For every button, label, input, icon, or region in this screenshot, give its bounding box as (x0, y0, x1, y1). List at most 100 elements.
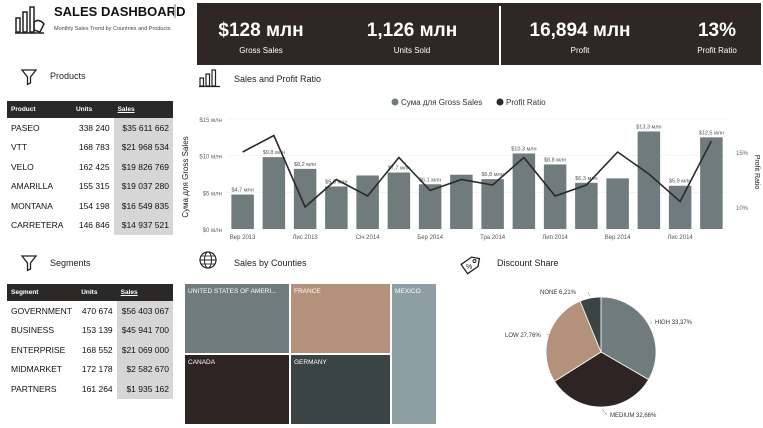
cell-sales: $19 826 769 (113, 157, 173, 177)
x-tick-label: Вер 2013 (230, 235, 256, 241)
table-row[interactable]: PASEO 338 240 $35 611 662 (7, 118, 173, 138)
column-header-segment[interactable]: Segment (7, 284, 78, 301)
sales-chart-logo-icon (15, 6, 45, 34)
x-tick-label: Тра 2014 (480, 235, 506, 241)
y-tick-label: $0 млн (203, 228, 222, 234)
bar-data-label: $5,9 млн (669, 179, 691, 185)
pie-slice-label: LOW 27,76% (505, 333, 541, 339)
treemap-cell-label: CANADA (188, 359, 216, 366)
legend-marker-profit-ratio (496, 98, 504, 106)
bar[interactable] (356, 175, 379, 229)
table-row[interactable]: MONTANA 154 198 $16 549 835 (7, 196, 173, 216)
table-row[interactable]: BUSINESS 153 139 $45 941 700 (7, 320, 173, 340)
cell-sales: $19 037 280 (113, 176, 173, 196)
table-row[interactable]: GOVERNMENT 470 674 $56 403 067 (7, 301, 173, 321)
cell-units: 338 240 (78, 122, 110, 133)
percent-glyph: % (466, 264, 472, 271)
column-header-units[interactable]: Units (77, 284, 117, 301)
cell-product: VELO (11, 161, 34, 172)
segments-label: Segments (50, 258, 91, 268)
y2-tick-label: 10% (736, 206, 749, 212)
table-row[interactable]: PARTNERS 161 264 $1 935 162 (7, 379, 173, 399)
table-row[interactable]: VELO 162 425 $19 826 769 (7, 157, 173, 177)
bar[interactable] (325, 186, 348, 229)
x-tick-label: Бер 2014 (417, 235, 443, 241)
bar[interactable] (387, 172, 411, 229)
bar-data-label: $10,3 млн (511, 146, 536, 152)
bar[interactable] (231, 194, 254, 229)
legend-label-gross-sales: Сума для Gross Sales (401, 98, 482, 107)
y2-axis-title: Profit Ratio (753, 155, 760, 190)
page-title: SALES DASHBOARD (54, 4, 186, 19)
table-row[interactable]: ENTERPRISE 168 552 $21 069 000 (7, 340, 173, 360)
bar[interactable] (293, 168, 317, 229)
sales-by-counties-treemap: UNITED STATES OF AMERI... FRANCE MEXICO … (184, 283, 437, 425)
sales-chart-title: Sales and Profit Ratio (234, 74, 322, 84)
cell-units: 162 425 (78, 161, 110, 172)
bar-data-label: $4,7 млн (231, 188, 253, 194)
kpi-value: $128 млн (218, 20, 304, 41)
x-tick-label: Лип 2014 (542, 235, 568, 241)
kpi-label: Gross Sales (239, 46, 283, 55)
cell-segment: ENTERPRISE (11, 344, 66, 355)
cell-product: AMARILLA (11, 181, 54, 192)
cell-product: VTT (11, 142, 28, 153)
chart-legend[interactable]: Сума для Gross Sales Profit Ratio (391, 98, 547, 107)
kpi-value: 16,894 млн (529, 20, 631, 41)
cell-segment: GOVERNMENT (11, 305, 72, 316)
treemap-title: Sales by Counties (234, 258, 307, 268)
column-header-sales[interactable]: Sales (113, 101, 173, 118)
x-tick-label: Лис 2013 (292, 235, 318, 241)
y-tick-label: $10 млн (199, 155, 222, 161)
bar[interactable] (575, 182, 598, 229)
cell-units: 154 198 (78, 200, 110, 211)
treemap-cell-usa[interactable]: UNITED STATES OF AMERI... (184, 283, 290, 354)
table-row[interactable]: AMARILLA 155 315 $19 037 280 (7, 176, 173, 196)
cell-units: 146 846 (78, 220, 110, 231)
cell-units: 168 783 (78, 142, 110, 153)
treemap-cell-label: UNITED STATES OF AMERI... (188, 288, 277, 295)
y-tick-label: $5 млн (203, 191, 222, 197)
table-row[interactable]: MIDMARKET 172 178 $2 582 670 (7, 359, 173, 379)
bar[interactable] (481, 179, 504, 229)
kpi-label: Profit Ratio (697, 46, 737, 55)
cell-segment: MIDMARKET (11, 364, 62, 375)
cell-segment: PARTNERS (11, 383, 57, 394)
cell-units: 153 139 (81, 325, 113, 336)
kpi-label: Profit (570, 46, 590, 55)
treemap-cell-label: MEXICO (395, 288, 421, 295)
discount-title: Discount Share (497, 258, 559, 268)
pie-leader-line (601, 408, 608, 416)
pie-slice-label: MEDIUM 32,66% (610, 413, 657, 419)
kpi-separator (499, 6, 501, 68)
treemap-cell-label: FRANCE (294, 288, 321, 295)
filter-icon[interactable] (20, 68, 38, 86)
treemap-cell-germany[interactable]: GERMANY (290, 354, 391, 425)
filter-icon[interactable] (20, 254, 38, 272)
cell-product: PASEO (11, 122, 40, 133)
column-header-product[interactable]: Product (7, 101, 72, 118)
x-tick-label: Січ 2014 (356, 235, 380, 241)
table-row[interactable]: CARRETERA 146 846 $14 937 521 (7, 215, 173, 235)
column-header-sales[interactable]: Sales (116, 284, 173, 301)
pie-leader-line (650, 321, 653, 324)
segments-table: Segment Units Sales GOVERNMENT 470 674 $56… (7, 284, 173, 399)
kpi-units-sold: 1,126 млн Units Sold (357, 6, 467, 55)
cell-sales: $16 549 835 (113, 196, 173, 216)
treemap-cell-mexico[interactable]: MEXICO (391, 283, 437, 425)
column-header-units[interactable]: Units (71, 101, 114, 118)
treemap-cell-canada[interactable]: CANADA (184, 354, 290, 425)
bar[interactable] (668, 185, 692, 229)
cell-segment: BUSINESS (11, 325, 54, 336)
legend-label-profit-ratio: Profit Ratio (506, 98, 546, 107)
discount-share-pie: HIGH 33,37% MEDIUM 32,66% LOW 27,76% NONE 6… (505, 290, 693, 419)
cell-product: MONTANA (11, 200, 53, 211)
pie-slice-label: HIGH 33,37% (655, 320, 693, 326)
bar[interactable] (700, 137, 723, 229)
treemap-cell-france[interactable]: FRANCE (290, 283, 391, 354)
bar[interactable] (262, 157, 286, 229)
table-row[interactable]: VTT 168 783 $21 968 534 (7, 137, 173, 157)
sales-profit-chart: Сума для Gross Sales Profit Ratio Сума д… (181, 98, 760, 241)
cell-sales: $14 937 521 (113, 215, 173, 235)
bar[interactable] (606, 178, 629, 229)
